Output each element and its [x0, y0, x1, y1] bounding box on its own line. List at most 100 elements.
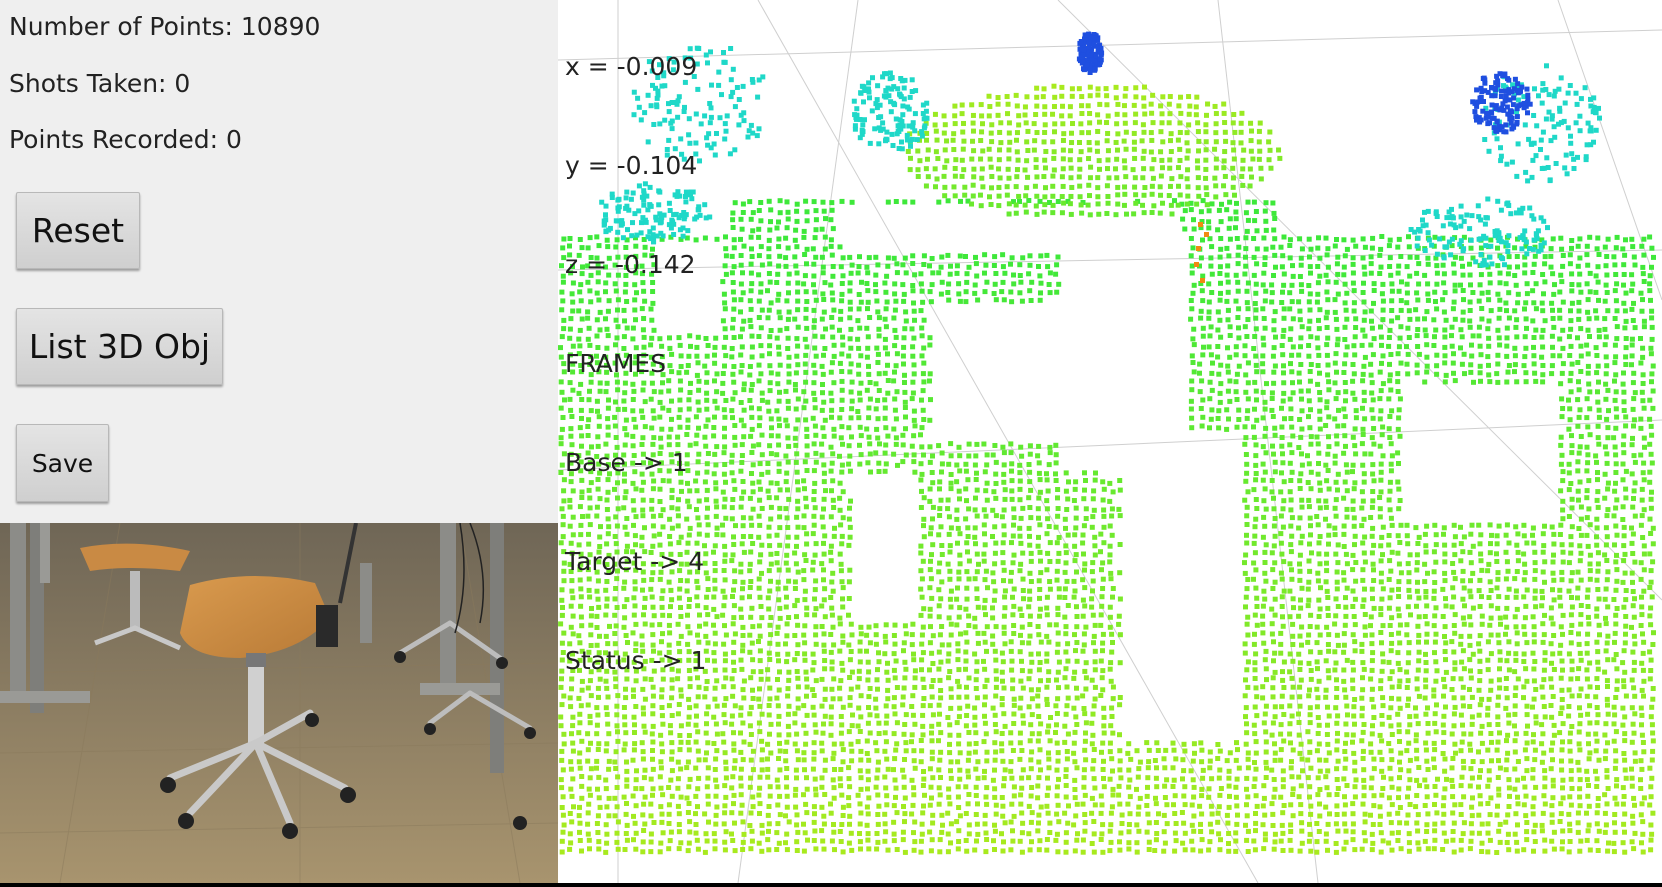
cloud-point	[1524, 540, 1530, 546]
cloud-point	[875, 397, 881, 403]
cloud-point	[993, 481, 999, 486]
cloud-point	[847, 524, 853, 530]
cloud-point	[1020, 685, 1026, 691]
list-3d-obj-button[interactable]: List 3D Obj	[16, 308, 223, 385]
cloud-point	[1650, 525, 1656, 531]
cloud-point	[1188, 298, 1194, 303]
cloud-point	[1522, 306, 1527, 312]
cloud-point	[1389, 695, 1394, 701]
cloud-point	[794, 244, 800, 250]
cloud-point	[1352, 396, 1358, 402]
cloud-point	[1467, 324, 1473, 330]
cloud-point	[877, 441, 882, 447]
cloud-point	[847, 299, 853, 305]
cloud-point	[1080, 597, 1086, 603]
cloud-point	[803, 495, 809, 501]
cloud-point	[1270, 244, 1276, 250]
cloud-point	[1037, 660, 1043, 665]
cloud-point	[1091, 640, 1096, 646]
cloud-point	[1613, 480, 1618, 486]
cloud-point	[786, 443, 792, 449]
cloud-point	[1620, 246, 1626, 252]
cloud-point	[1629, 471, 1635, 477]
cloud-point	[1217, 271, 1223, 276]
cloud-point	[1018, 678, 1024, 684]
cloud-point	[731, 615, 737, 621]
cloud-point	[739, 495, 745, 501]
cloud-point	[813, 208, 819, 214]
cloud-point	[883, 306, 889, 312]
cloud-point	[857, 461, 863, 467]
cloud-point	[928, 624, 933, 630]
cloud-point	[1316, 678, 1322, 684]
cloud-point	[1226, 225, 1232, 231]
cloud-point	[1099, 567, 1104, 573]
cloud-point	[957, 552, 963, 558]
cloud-point	[1461, 351, 1467, 357]
cloud-point	[1360, 567, 1366, 573]
cloud-point	[558, 441, 564, 447]
cloud-point	[1593, 273, 1599, 279]
cloud-point	[1540, 372, 1546, 378]
cloud-point	[1459, 659, 1465, 665]
point-cloud-viewer[interactable]: x = -0.009 y = -0.104 z = -0.142 FRAMES …	[558, 0, 1662, 883]
cloud-point	[1110, 684, 1116, 690]
cloud-point	[837, 507, 843, 513]
cloud-point	[766, 254, 772, 260]
cloud-point	[738, 262, 744, 268]
cloud-point	[1244, 228, 1250, 234]
cloud-point	[1495, 632, 1501, 638]
cloud-point	[1560, 612, 1566, 618]
cloud-point	[1605, 569, 1611, 575]
cloud-point	[893, 416, 899, 422]
cloud-point	[758, 244, 764, 250]
cloud-point	[839, 462, 845, 468]
cloud-point	[892, 396, 898, 402]
point-cloud-canvas[interactable]	[558, 0, 1662, 883]
cloud-point	[1289, 533, 1295, 539]
cloud-point	[732, 568, 738, 574]
cloud-point	[1280, 677, 1286, 683]
cloud-point	[1560, 559, 1566, 565]
cloud-point	[921, 317, 927, 323]
cloud-point	[839, 660, 845, 666]
cloud-point	[1460, 695, 1466, 701]
cloud-point	[1540, 621, 1546, 627]
save-button[interactable]: Save	[16, 424, 109, 502]
cloud-point	[1289, 450, 1295, 456]
cloud-point	[1594, 577, 1600, 583]
cloud-point	[1227, 378, 1233, 384]
cloud-point	[1260, 461, 1266, 467]
cloud-point	[1055, 630, 1061, 636]
reset-button[interactable]: Reset	[16, 192, 140, 269]
cloud-point	[1072, 543, 1078, 549]
cloud-point	[1072, 558, 1078, 564]
cloud-point	[1548, 615, 1554, 621]
cloud-point	[1551, 597, 1557, 603]
cloud-point	[813, 578, 819, 584]
cloud-point	[1485, 289, 1491, 295]
cloud-point	[1549, 684, 1555, 690]
cloud-point	[840, 585, 846, 591]
cloud-point	[1395, 533, 1401, 539]
cloud-point	[847, 315, 853, 321]
cloud-point	[1647, 397, 1653, 403]
cloud-point	[759, 506, 765, 511]
cloud-point	[1432, 580, 1438, 585]
cloud-point	[1620, 477, 1626, 483]
cloud-point	[1494, 559, 1500, 564]
cloud-point	[955, 657, 961, 663]
cloud-point	[982, 252, 988, 258]
cloud-point	[1018, 561, 1024, 567]
cloud-point	[1341, 577, 1347, 583]
cloud-point	[1613, 452, 1619, 458]
cloud-point	[756, 253, 762, 259]
cloud-point	[712, 398, 718, 404]
cloud-point	[1279, 576, 1285, 582]
cloud-point	[1242, 570, 1248, 576]
cloud-point	[1215, 354, 1221, 360]
cloud-point	[1386, 659, 1392, 665]
cloud-point	[748, 387, 754, 393]
cloud-point	[1378, 246, 1384, 252]
cloud-point	[1442, 334, 1448, 340]
